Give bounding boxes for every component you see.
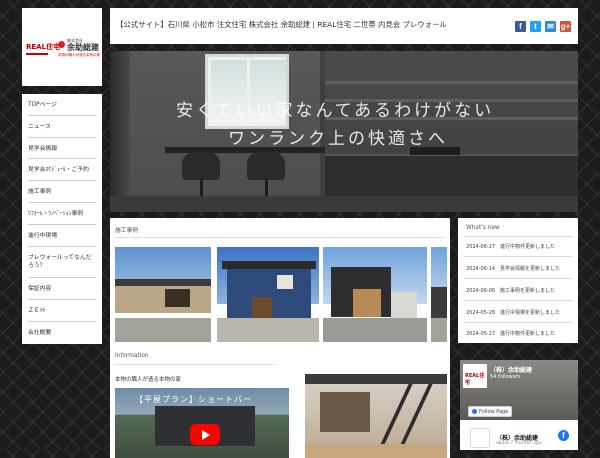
news-item[interactable]: 2024-06-14 見学会情報を更新しました — [466, 265, 560, 272]
nav-item-open-house[interactable]: 見学会情報 — [28, 145, 96, 153]
information-section-title: Information — [115, 353, 149, 359]
news-date: 2024-05-27 — [466, 331, 496, 337]
facebook-icon[interactable]: f — [515, 21, 526, 32]
facebook-follow-button[interactable]: Follow Page — [468, 406, 512, 417]
news-title: What's new — [466, 225, 500, 231]
follow-label: Follow Page — [479, 409, 509, 415]
twitter-icon[interactable]: t — [530, 21, 541, 32]
company-logo: 株式会社 余助総建 本物の職人が造る本物の家 — [58, 38, 100, 60]
facebook-page-name[interactable]: （株）余助総建 — [490, 365, 532, 374]
news-text: 見学会情報を更新しました — [500, 266, 561, 272]
nav-item-news[interactable]: ニュース — [28, 123, 96, 131]
news-item[interactable]: 2024-05-27 進行中物件更新しました — [466, 330, 555, 337]
news-item[interactable]: 2024-06-27 進行中物件更新しました — [466, 243, 555, 250]
company-mark-icon — [58, 41, 65, 48]
nav-item-reform[interactable]: ﾘﾌｫｰﾑ・ﾘﾉﾍﾞｰｼｮﾝ事例 — [28, 210, 96, 218]
google-plus-icon[interactable]: g+ — [560, 21, 571, 32]
news-text: 進行中物件更新しました — [500, 244, 556, 250]
interior-photo[interactable] — [305, 374, 447, 458]
work-photo-3[interactable] — [323, 247, 427, 342]
nav-item-warranty[interactable]: 保証内容 — [28, 285, 96, 293]
nav-item-zeh[interactable]: ＺＥＨ — [28, 307, 96, 315]
site-logo[interactable]: REAL住宅 株式会社 余助総建 本物の職人が造る本物の家 — [22, 8, 102, 86]
avatar-logo-text: REAL住宅 — [465, 373, 485, 386]
site-title: 【公式サイト】石川県 小松市 注文住宅 株式会社 余助総建 | REAL住宅 二… — [116, 20, 447, 29]
company-tagline: 本物の職人が造る本物の家 — [58, 53, 100, 57]
youtube-video[interactable]: 【平屋プラン】ショートバー — [115, 388, 289, 458]
facebook-page-widget[interactable]: REAL住宅 （株）余助総建 54 followers Follow Page … — [460, 360, 578, 450]
news-item[interactable]: 2024-05-28 進行中現場を更新しました — [466, 309, 560, 316]
news-date: 2024-06-14 — [466, 266, 496, 272]
news-date: 2024-05-28 — [466, 310, 496, 316]
real-housing-logo: REAL住宅 — [26, 42, 60, 55]
information-heading: 本物の職人が造る本物の家 — [115, 377, 182, 383]
hero-catchcopy-sub: ワンランク上の快適さへ — [228, 129, 448, 149]
nav-item-in-progress[interactable]: 進行中現場 — [28, 232, 96, 240]
news-text: 進行中現場を更新しました — [500, 310, 561, 316]
nav-item-prewall[interactable]: プレウォールってなんだろう？ — [28, 254, 96, 270]
facebook-icon[interactable]: f — [558, 430, 569, 441]
work-photo-1[interactable] — [115, 247, 211, 342]
facebook-post-time: about 7 months ago — [496, 441, 542, 446]
facebook-post-avatar — [470, 428, 490, 448]
news-date: 2024-06-27 — [466, 244, 496, 250]
nav-item-schedule[interactable]: 見学会ｽｹｼﾞｭｰﾙ・ご予約 — [28, 166, 96, 174]
sidebar-nav: TOPページ ニュース 見学会情報 見学会ｽｹｼﾞｭｰﾙ・ご予約 施工事例 ﾘﾌ… — [22, 94, 102, 344]
company-name-text: 余助総建 — [67, 43, 99, 52]
work-photo-4[interactable] — [431, 247, 447, 342]
facebook-small-icon — [472, 409, 477, 414]
hero-image: 安くていい家なんてあるわけがない ワンランク上の快適さへ — [110, 51, 578, 212]
work-photo-2[interactable] — [217, 247, 319, 342]
video-title: 【平屋プラン】ショートバー — [135, 395, 252, 404]
facebook-page-avatar[interactable]: REAL住宅 — [463, 364, 487, 388]
youtube-play-icon[interactable] — [190, 424, 220, 445]
header-bar: 【公式サイト】石川県 小松市 注文住宅 株式会社 余助総建 | REAL住宅 二… — [110, 8, 578, 44]
hero-catchcopy-main: 安くていい家なんてあるわけがない — [176, 101, 495, 121]
news-text: 進行中物件更新しました — [500, 331, 556, 337]
news-date: 2024-06-06 — [466, 288, 496, 294]
real-logo-text: REAL住宅 — [26, 43, 61, 51]
news-item[interactable]: 2024-06-06 施工事例を更新しました — [466, 287, 555, 294]
nav-item-works[interactable]: 施工事例 — [28, 188, 96, 196]
facebook-followers: 54 followers — [490, 374, 521, 380]
nav-item-company[interactable]: 会社概要 — [28, 329, 96, 337]
main-content: 施工事例 Information 本物の職人が造る本物の家 【平屋プラン】ショー… — [110, 218, 450, 458]
email-icon[interactable]: ✉ — [545, 21, 556, 32]
news-panel: What's new 2024-06-27 進行中物件更新しました 2024-06… — [458, 218, 578, 343]
nav-item-top[interactable]: TOPページ — [28, 101, 96, 109]
works-section-title: 施工事例 — [115, 228, 139, 234]
news-text: 施工事例を更新しました — [500, 288, 556, 294]
